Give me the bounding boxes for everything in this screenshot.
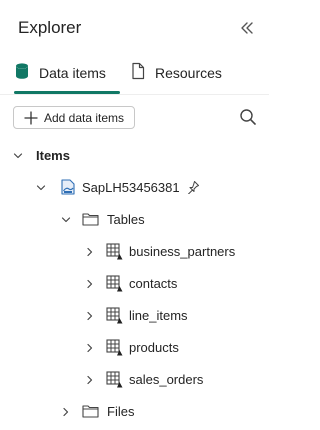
tab-resources-label: Resources [155, 65, 222, 81]
collapse-panel-icon[interactable] [237, 18, 257, 38]
delta-table-icon [106, 338, 123, 356]
delta-table-icon [106, 306, 123, 324]
chevron-right-icon[interactable] [84, 341, 96, 353]
table-name: sales_orders [129, 371, 204, 387]
folder-icon [82, 212, 99, 226]
table-row-line-items[interactable]: line_items [84, 303, 188, 327]
table-row-products[interactable]: products [84, 335, 179, 359]
database-icon [14, 62, 30, 85]
panel-title: Explorer [18, 18, 82, 37]
add-data-items-button[interactable]: Add data items [13, 106, 135, 129]
tree-tables-folder[interactable]: Tables [60, 207, 145, 231]
document-icon [130, 62, 146, 85]
tab-data-items-label: Data items [39, 65, 106, 81]
plus-icon [24, 110, 38, 125]
delta-table-icon [106, 370, 123, 388]
items-section-label: Items [36, 147, 70, 163]
search-icon[interactable] [238, 107, 258, 127]
chevron-right-icon[interactable] [84, 245, 96, 257]
pin-icon[interactable] [186, 180, 200, 195]
lakehouse-name: SapLH53456381 [82, 179, 180, 195]
delta-table-icon [106, 242, 123, 260]
folder-icon [82, 404, 99, 418]
tab-data-items[interactable]: Data items [14, 62, 106, 84]
table-row-contacts[interactable]: contacts [84, 271, 177, 295]
chevron-down-icon[interactable] [12, 149, 24, 161]
table-name: contacts [129, 275, 178, 291]
chevron-right-icon[interactable] [84, 373, 96, 385]
chevron-right-icon[interactable] [84, 309, 96, 321]
table-name: line_items [129, 307, 188, 323]
tree-files-folder[interactable]: Files [60, 399, 134, 423]
files-folder-label: Files [107, 403, 135, 419]
table-row-business-partners[interactable]: business_partners [84, 239, 235, 263]
add-data-items-label: Add data items [44, 110, 125, 125]
tree-lakehouse-node[interactable]: SapLH53456381 [35, 175, 200, 199]
tabs-divider [0, 94, 269, 95]
table-name: business_partners [129, 243, 236, 259]
chevron-down-icon[interactable] [35, 181, 47, 193]
chevron-right-icon[interactable] [60, 405, 72, 417]
delta-table-icon [106, 274, 123, 292]
chevron-down-icon[interactable] [60, 213, 72, 225]
tab-resources[interactable]: Resources [130, 62, 222, 84]
tables-folder-label: Tables [107, 211, 145, 227]
table-name: products [129, 339, 179, 355]
tree-items-section[interactable]: Items [12, 143, 70, 167]
lakehouse-icon [60, 178, 76, 196]
chevron-right-icon[interactable] [84, 277, 96, 289]
table-row-sales-orders[interactable]: sales_orders [84, 367, 203, 391]
